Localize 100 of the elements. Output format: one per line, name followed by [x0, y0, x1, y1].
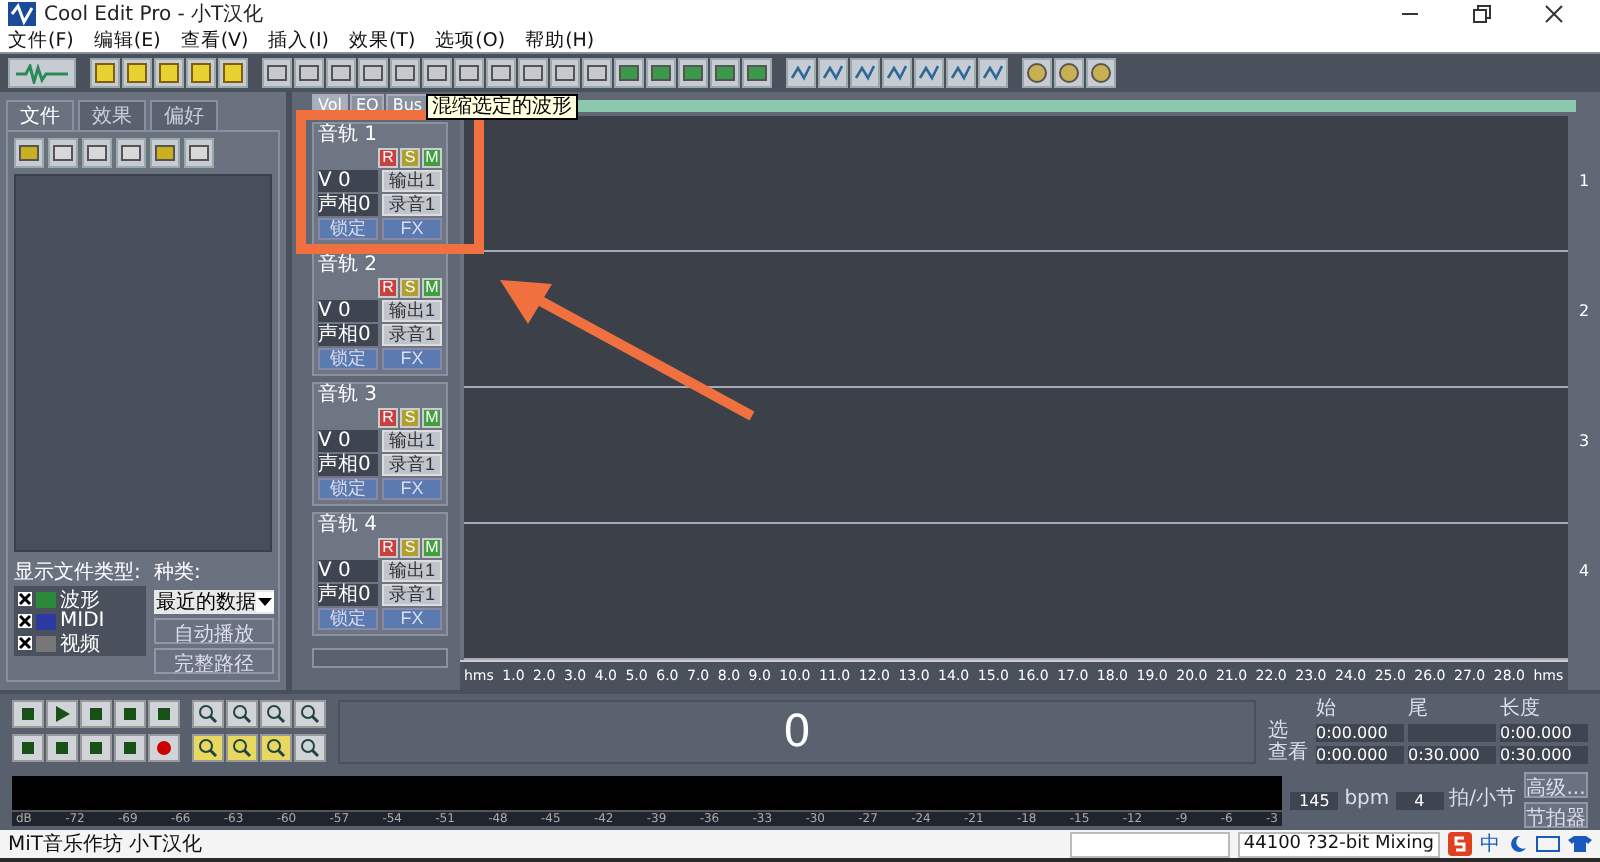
menu-item[interactable]: 选项(O) — [435, 27, 506, 53]
moon-icon[interactable] — [1508, 834, 1528, 854]
panel-tool-button[interactable] — [184, 138, 214, 168]
volume-field[interactable]: V 0 — [318, 430, 378, 452]
pan-field[interactable]: 声相0 — [318, 194, 378, 216]
zoom-button[interactable] — [226, 700, 258, 728]
tool-button[interactable] — [1022, 58, 1052, 88]
panel-tool-button[interactable] — [82, 138, 112, 168]
tempo-field[interactable]: 145 — [1290, 791, 1339, 809]
time-field[interactable]: 0:30.000 — [1500, 745, 1588, 763]
zoom-button[interactable] — [192, 700, 224, 728]
tool-button[interactable] — [550, 58, 580, 88]
tool-button[interactable] — [422, 58, 452, 88]
close-icon[interactable] — [1544, 4, 1564, 24]
panel-tool-button[interactable] — [150, 138, 180, 168]
track-toggle-button[interactable]: R — [378, 278, 398, 298]
transport-button[interactable] — [80, 733, 112, 761]
checkbox[interactable] — [18, 636, 32, 650]
ime-mode[interactable]: 中 — [1480, 830, 1500, 858]
tool-button[interactable] — [390, 58, 420, 88]
tool-button[interactable] — [218, 58, 248, 88]
time-field[interactable]: 0:00.000 — [1500, 723, 1588, 741]
tool-button[interactable] — [710, 58, 740, 88]
output-button[interactable]: 输出1 — [382, 560, 442, 582]
input-button[interactable]: 录音1 — [382, 194, 442, 216]
menu-item[interactable]: 文件(F) — [8, 27, 74, 53]
scrollbar[interactable] — [312, 648, 448, 668]
output-button[interactable]: 输出1 — [382, 300, 442, 322]
time-field[interactable] — [1408, 723, 1496, 741]
zoom-button[interactable] — [260, 700, 292, 728]
zoom-button[interactable] — [294, 700, 326, 728]
ime-logo-icon[interactable] — [1448, 832, 1472, 856]
track-toggle-button[interactable]: R — [378, 148, 398, 168]
tool-button[interactable] — [90, 58, 120, 88]
track-toggle-button[interactable]: R — [378, 408, 398, 428]
input-button[interactable]: 录音1 — [382, 454, 442, 476]
output-button[interactable]: 输出1 — [382, 170, 442, 192]
transport-button[interactable] — [46, 700, 78, 728]
tool-button[interactable] — [154, 58, 184, 88]
tool-button[interactable] — [294, 58, 324, 88]
zoom-button[interactable] — [260, 733, 292, 761]
transport-button[interactable] — [148, 700, 180, 728]
tool-button[interactable] — [358, 58, 388, 88]
tool-button[interactable] — [678, 58, 708, 88]
volume-field[interactable]: V 0 — [318, 170, 378, 192]
transport-button[interactable] — [12, 700, 44, 728]
tool-button[interactable] — [978, 58, 1008, 88]
multitrack-button[interactable] — [8, 58, 76, 88]
checkbox[interactable] — [18, 614, 32, 628]
track-toggle-button[interactable]: R — [378, 538, 398, 558]
tool-button[interactable] — [818, 58, 848, 88]
time-field[interactable]: 0:30.000 — [1408, 745, 1496, 763]
beats-field[interactable]: 4 — [1395, 791, 1444, 809]
tool-button[interactable] — [614, 58, 644, 88]
zoom-button[interactable] — [294, 733, 326, 761]
tool-button[interactable] — [786, 58, 816, 88]
panel-button[interactable]: 节拍器 — [1524, 802, 1588, 828]
panel-tab[interactable]: 效果 — [78, 100, 146, 130]
menu-item[interactable]: 效果(T) — [348, 27, 416, 53]
transport-button[interactable] — [148, 733, 180, 761]
panel-button[interactable]: 高级... — [1524, 772, 1588, 798]
input-button[interactable]: 录音1 — [382, 584, 442, 606]
tool-button[interactable] — [946, 58, 976, 88]
tool-button[interactable] — [1054, 58, 1084, 88]
tool-button[interactable] — [518, 58, 548, 88]
shirt-icon[interactable] — [1568, 834, 1592, 854]
restore-icon[interactable] — [1472, 4, 1492, 24]
menu-item[interactable]: 编辑(E) — [93, 27, 161, 53]
menu-item[interactable]: 查看(V) — [180, 27, 249, 53]
panel-tool-button[interactable] — [116, 138, 146, 168]
tool-button[interactable] — [1086, 58, 1116, 88]
transport-button[interactable] — [12, 733, 44, 761]
panel-button[interactable]: 完整路径 — [154, 648, 274, 674]
panel-tab[interactable]: 文件 — [6, 100, 74, 130]
tool-button[interactable] — [850, 58, 880, 88]
checkbox[interactable] — [18, 592, 32, 606]
tool-button[interactable] — [646, 58, 676, 88]
transport-button[interactable] — [46, 733, 78, 761]
tool-button[interactable] — [122, 58, 152, 88]
menu-item[interactable]: 插入(I) — [268, 27, 329, 53]
panel-tool-button[interactable] — [48, 138, 78, 168]
tool-button[interactable] — [454, 58, 484, 88]
sort-dropdown[interactable]: 最近的数据 — [154, 590, 274, 614]
menu-item[interactable]: 帮助(H) — [525, 27, 595, 53]
tool-button[interactable] — [486, 58, 516, 88]
pan-field[interactable]: 声相0 — [318, 324, 378, 346]
transport-button[interactable] — [80, 700, 112, 728]
time-field[interactable]: 0:00.000 — [1316, 723, 1404, 741]
tool-button[interactable] — [186, 58, 216, 88]
panel-tab[interactable]: 偏好 — [150, 100, 218, 130]
volume-field[interactable]: V 0 — [318, 560, 378, 582]
tool-button[interactable] — [742, 58, 772, 88]
tool-button[interactable] — [882, 58, 912, 88]
tool-button[interactable] — [582, 58, 612, 88]
transport-button[interactable] — [114, 733, 146, 761]
keyboard-icon[interactable] — [1536, 834, 1560, 854]
time-field[interactable]: 0:00.000 — [1316, 745, 1404, 763]
zoom-button[interactable] — [226, 733, 258, 761]
transport-button[interactable] — [114, 700, 146, 728]
panel-tool-button[interactable] — [14, 138, 44, 168]
